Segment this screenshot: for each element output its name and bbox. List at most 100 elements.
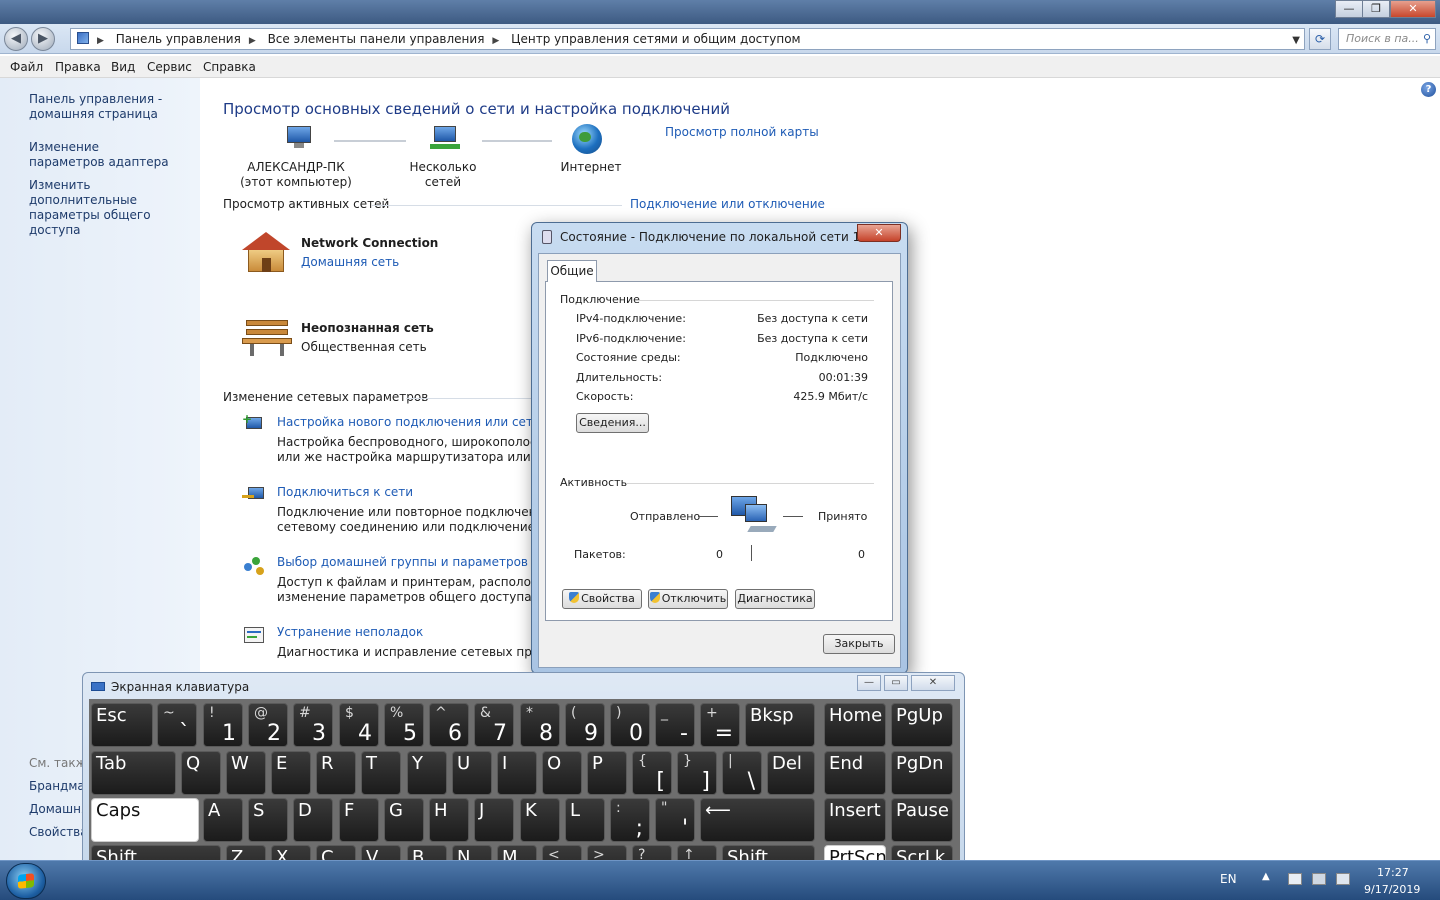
key-symbol[interactable]: ! 1 <box>203 703 243 747</box>
breadcrumb-all-items[interactable]: Все элементы панели управления <box>268 32 485 46</box>
key-l[interactable]: L <box>565 798 605 842</box>
menu-view[interactable]: Вид <box>111 60 135 74</box>
menu-file[interactable]: Файл <box>10 60 43 74</box>
key-symbol[interactable]: ~ ` <box>157 703 197 747</box>
clock-time[interactable]: 17:27 <box>1377 866 1409 879</box>
key-d[interactable]: D <box>293 798 333 842</box>
task-new-connection-link[interactable]: Настройка нового подключения или сети <box>277 415 541 430</box>
properties-button[interactable]: Свойства <box>562 589 642 609</box>
key-symbol[interactable]: % 5 <box>384 703 424 747</box>
key-tab[interactable]: Tab <box>91 751 176 795</box>
key-[interactable]: ⟵ <box>700 798 815 842</box>
key-pgup[interactable]: PgUp <box>891 703 953 747</box>
dialog-close-button[interactable]: ✕ <box>857 224 901 242</box>
key-bksp[interactable]: Bksp <box>745 703 815 747</box>
sidebar-item-adapter[interactable]: Изменение параметров адаптера <box>29 140 169 170</box>
key-a[interactable]: A <box>203 798 243 842</box>
key-k[interactable]: K <box>520 798 560 842</box>
view-full-map-link[interactable]: Просмотр полной карты <box>665 125 819 139</box>
window-close-button[interactable]: ✕ <box>1390 0 1436 18</box>
minimize-button[interactable]: — <box>1335 0 1363 18</box>
clock-date[interactable]: 9/17/2019 <box>1364 883 1420 896</box>
key-symbol[interactable]: ) 0 <box>610 703 650 747</box>
key-symbol[interactable]: }] <box>677 751 717 795</box>
key-symbol[interactable]: _ - <box>655 703 695 747</box>
key-r[interactable]: R <box>316 751 356 795</box>
key-del[interactable]: Del <box>767 751 815 795</box>
key-home[interactable]: Home <box>824 703 886 747</box>
language-indicator[interactable]: EN <box>1220 872 1237 886</box>
key-w[interactable]: W <box>226 751 266 795</box>
key-e[interactable]: E <box>271 751 311 795</box>
key-symbol[interactable]: | \ <box>722 751 762 795</box>
key-symbol[interactable]: ^ 6 <box>429 703 469 747</box>
help-icon[interactable]: ? <box>1421 82 1436 97</box>
menu-help[interactable]: Справка <box>203 60 256 74</box>
task-homegroup-link[interactable]: Выбор домашней группы и параметров обще <box>277 555 565 570</box>
sidebar-item-sharing[interactable]: Изменить дополнительные параметры общего… <box>29 178 194 238</box>
details-button[interactable]: Сведения... <box>576 413 649 433</box>
key-symbol[interactable]: + = <box>700 703 740 747</box>
task-troubleshoot-link[interactable]: Устранение неполадок <box>277 625 423 640</box>
task-connect-link[interactable]: Подключиться к сети <box>277 485 413 500</box>
key-insert[interactable]: Insert <box>824 798 886 842</box>
sidebar-item-home[interactable]: Панель управления - домашняя страница <box>29 92 194 122</box>
task-description: Доступ к файлам и принтерам, расположенн <box>277 575 565 589</box>
key-symbol[interactable]: * 8 <box>520 703 560 747</box>
new-connection-icon: + <box>242 413 266 437</box>
address-dropdown-icon[interactable]: ▼ <box>1292 31 1300 51</box>
key-y[interactable]: Y <box>407 751 447 795</box>
volume-tray-icon[interactable] <box>1336 873 1350 885</box>
menu-edit[interactable]: Правка <box>55 60 101 74</box>
key-symbol[interactable]: :; <box>610 798 650 842</box>
key-end[interactable]: End <box>824 751 886 795</box>
tab-general[interactable]: Общие <box>547 260 597 282</box>
key-j[interactable]: J <box>474 798 514 842</box>
disable-button[interactable]: Отключить <box>648 589 728 609</box>
close-button[interactable]: Закрыть <box>823 634 895 654</box>
osk-maximize-button[interactable]: ▭ <box>884 675 908 691</box>
key-symbol[interactable]: $4 <box>339 703 379 747</box>
key-symbol[interactable]: & 7 <box>474 703 514 747</box>
key-i[interactable]: I <box>497 751 537 795</box>
network-type-link[interactable]: Домашняя сеть <box>301 255 399 269</box>
key-esc[interactable]: Esc <box>91 703 153 747</box>
key-h[interactable]: H <box>429 798 469 842</box>
key-symbol[interactable]: {[ <box>632 751 672 795</box>
task-description: Настройка беспроводного, широкополосного <box>277 435 566 449</box>
breadcrumb-network-center[interactable]: Центр управления сетями и общим доступом <box>511 32 800 46</box>
key-pgdn[interactable]: PgDn <box>891 751 953 795</box>
key-g[interactable]: G <box>384 798 424 842</box>
start-button[interactable] <box>6 863 46 899</box>
key-caps[interactable]: Caps <box>91 798 199 842</box>
osk-close-button[interactable]: ✕ <box>911 675 955 691</box>
show-hidden-icons[interactable]: ▲ <box>1262 871 1270 882</box>
network-tray-icon[interactable] <box>1312 873 1326 885</box>
key-symbol[interactable]: #3 <box>293 703 333 747</box>
key-p[interactable]: P <box>587 751 627 795</box>
osk-minimize-button[interactable]: — <box>857 675 881 691</box>
key-s[interactable]: S <box>248 798 288 842</box>
refresh-button[interactable]: ⟳ <box>1309 28 1331 50</box>
forward-button[interactable]: ▶ <box>31 27 55 51</box>
action-center-icon[interactable] <box>1288 873 1302 885</box>
key-symbol[interactable]: (9 <box>565 703 605 747</box>
key-o[interactable]: O <box>542 751 582 795</box>
connect-disconnect-link[interactable]: Подключение или отключение <box>630 197 825 211</box>
key-symbol[interactable]: @2 <box>248 703 288 747</box>
key-f[interactable]: F <box>339 798 379 842</box>
back-button[interactable]: ◀ <box>4 27 28 51</box>
key-symbol[interactable]: " ' <box>655 798 695 842</box>
diagnose-button[interactable]: Диагностика <box>735 589 815 609</box>
key-q[interactable]: Q <box>181 751 221 795</box>
menu-tools[interactable]: Сервис <box>147 60 192 74</box>
uac-shield-icon <box>649 592 660 603</box>
search-input[interactable]: Поиск в па... ⚲ <box>1338 28 1436 50</box>
key-pause[interactable]: Pause <box>891 798 953 842</box>
key-u[interactable]: U <box>452 751 492 795</box>
address-field[interactable]: ▶ Панель управления ▶ Все элементы панели… <box>70 28 1305 50</box>
maximize-button[interactable]: ❐ <box>1362 0 1390 18</box>
activity-computers-icon <box>731 494 779 538</box>
breadcrumb-control-panel[interactable]: Панель управления <box>116 32 241 46</box>
key-t[interactable]: T <box>361 751 401 795</box>
